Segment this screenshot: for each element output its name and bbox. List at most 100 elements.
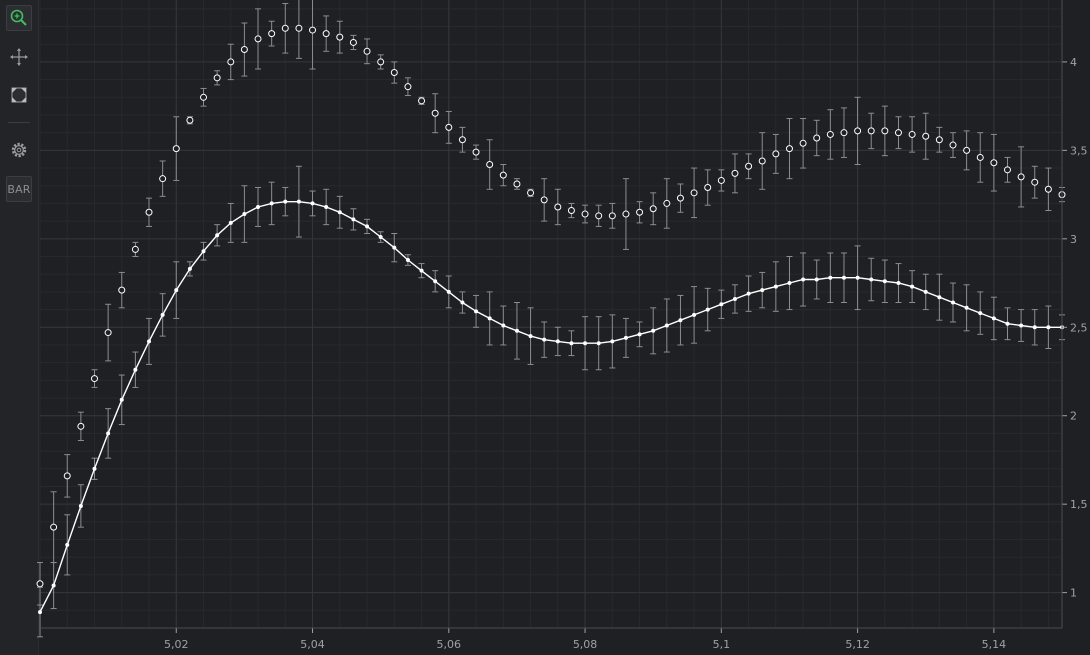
data-point — [254, 35, 262, 43]
data-point — [622, 210, 630, 218]
data-point — [773, 284, 778, 289]
data-point — [882, 279, 887, 284]
data-point — [528, 334, 533, 339]
x-tick-label: 5,1 — [713, 638, 731, 651]
data-point — [38, 610, 42, 615]
data-point — [935, 136, 943, 144]
data-point — [922, 132, 930, 140]
data-point — [377, 58, 385, 66]
data-point — [978, 311, 983, 316]
data-point — [567, 207, 575, 215]
plot-background — [40, 0, 1062, 628]
data-point — [174, 288, 179, 293]
data-point — [732, 296, 737, 301]
y-tick-label: 1,5 — [1070, 498, 1088, 511]
data-point — [349, 38, 357, 46]
data-point — [200, 93, 208, 101]
data-point — [365, 224, 370, 229]
data-point — [213, 74, 221, 82]
data-point — [814, 277, 819, 282]
data-point — [281, 24, 289, 32]
data-point — [405, 258, 410, 263]
data-point — [133, 367, 138, 372]
data-point — [78, 503, 83, 508]
data-point — [678, 318, 683, 323]
data-point — [540, 196, 548, 204]
data-point — [501, 323, 506, 328]
data-point — [1005, 321, 1010, 326]
data-point — [269, 201, 274, 206]
y-tick-label: 3 — [1070, 233, 1077, 246]
data-point — [336, 33, 344, 41]
data-point — [840, 129, 848, 137]
data-point — [758, 157, 766, 165]
data-point — [855, 275, 860, 280]
data-point — [760, 288, 765, 293]
data-point — [499, 171, 507, 179]
y-tick-label: 3,5 — [1070, 144, 1088, 157]
data-point — [77, 422, 85, 430]
data-point — [555, 339, 560, 344]
data-point — [131, 245, 139, 253]
data-point — [418, 97, 426, 105]
data-point — [322, 30, 330, 38]
data-point — [896, 281, 901, 286]
data-point — [460, 300, 465, 305]
y-tick-label: 1 — [1070, 587, 1077, 600]
data-point — [1003, 166, 1011, 174]
data-point — [717, 176, 725, 184]
data-point — [649, 205, 657, 213]
data-point — [419, 268, 424, 273]
data-point — [745, 162, 753, 170]
data-point — [581, 210, 589, 218]
data-point — [1046, 325, 1051, 330]
data-point — [841, 275, 846, 280]
data-point — [296, 199, 301, 204]
data-point — [595, 212, 603, 220]
data-point — [51, 583, 56, 588]
data-point — [390, 69, 398, 77]
data-point — [867, 127, 875, 135]
data-point — [487, 316, 492, 321]
data-point — [990, 159, 998, 167]
data-point — [324, 204, 329, 209]
data-point — [445, 123, 453, 131]
data-point — [705, 307, 710, 312]
data-point — [227, 58, 235, 66]
data-point — [908, 130, 916, 138]
data-point — [894, 129, 902, 137]
x-tick-label: 5,02 — [164, 638, 189, 651]
data-point — [690, 189, 698, 197]
data-point — [813, 134, 821, 142]
y-axis: 1 1,5 2 2,5 3 3,5 4 — [1061, 0, 1088, 628]
data-point — [801, 277, 806, 282]
data-point — [404, 83, 412, 91]
minor-gridlines — [39, 0, 1062, 628]
data-point — [1044, 185, 1052, 193]
data-point — [65, 542, 70, 547]
data-point — [950, 300, 955, 305]
data-point — [172, 145, 180, 153]
data-point — [583, 341, 588, 346]
data-point — [826, 130, 834, 138]
data-point — [719, 302, 724, 307]
data-point — [242, 212, 247, 217]
x-tick-label: 5,06 — [437, 638, 462, 651]
data-point — [910, 284, 915, 289]
data-point — [36, 580, 44, 588]
data-point — [186, 116, 194, 124]
data-point — [923, 289, 928, 294]
data-point — [1019, 323, 1024, 328]
data-point — [310, 201, 315, 206]
chart-area[interactable]: 5,02 5,04 5,06 5,08 5,1 5,12 5,14 1 1,5 2 2,5 3 3,5… — [0, 0, 1090, 655]
data-point — [431, 109, 439, 117]
data-point — [160, 312, 165, 317]
data-point — [513, 180, 521, 188]
data-point — [623, 335, 628, 340]
data-point — [937, 295, 942, 300]
data-point — [363, 47, 371, 55]
x-tick-label: 5,04 — [300, 638, 325, 651]
data-point — [378, 235, 383, 240]
data-point — [964, 305, 969, 310]
data-point — [637, 332, 642, 337]
